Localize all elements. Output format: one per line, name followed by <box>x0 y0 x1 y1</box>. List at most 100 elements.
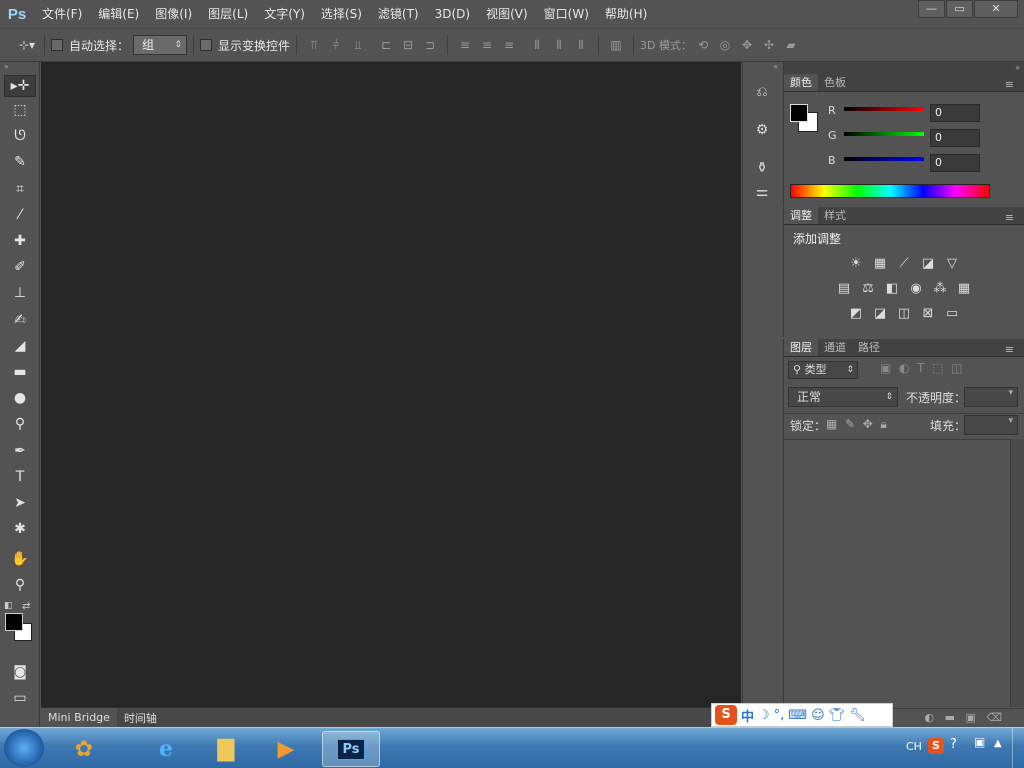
auto-align-icon[interactable]: ▥ <box>607 37 625 53</box>
keyboard-icon[interactable]: ⌨ <box>788 708 807 723</box>
tab-adjustments[interactable]: 调整 <box>784 207 818 224</box>
sogou-logo[interactable]: S <box>715 705 737 725</box>
3d-slide-icon[interactable]: ✣ <box>760 37 778 53</box>
show-hidden-icons[interactable]: ▲ <box>994 738 1002 749</box>
monitor-tray-icon[interactable]: ▣ <box>974 735 985 749</box>
3d-roll-icon[interactable]: ◎ <box>716 37 734 53</box>
filter-pixel-icon[interactable]: ▣ <box>880 361 891 375</box>
distribute-right-icon[interactable]: ⦀ <box>572 37 590 53</box>
posterize-icon[interactable]: ◪ <box>871 305 889 322</box>
layers-list[interactable] <box>784 439 1010 707</box>
shape-tool-icon[interactable]: ✱ <box>0 516 40 542</box>
quick-select-tool-icon[interactable]: ✎ <box>0 149 40 175</box>
r-value-input[interactable]: 0 <box>930 104 980 122</box>
new-group-icon[interactable]: ▬ <box>945 711 955 724</box>
eraser-tool-icon[interactable]: ◢ <box>0 333 40 359</box>
marquee-tool-icon[interactable]: ⬚ <box>0 97 40 123</box>
expand-dock-icon[interactable]: « <box>743 62 782 72</box>
panel-menu-icon[interactable]: ≡ <box>999 341 1020 358</box>
color-spectrum-ramp[interactable] <box>790 184 990 198</box>
vibrance-icon[interactable]: ▽ <box>943 255 961 272</box>
filter-smart-icon[interactable]: ◫ <box>951 361 962 375</box>
menu-filter[interactable]: 滤镜(T) <box>370 0 427 28</box>
menu-image[interactable]: 图像(I) <box>147 0 200 28</box>
filter-type-icon[interactable]: T <box>917 361 924 375</box>
swap-colors-icon[interactable]: ⇄ <box>22 601 30 612</box>
3d-pan-icon[interactable]: ✥ <box>738 37 756 53</box>
fill-input[interactable]: ▾ <box>964 415 1018 435</box>
3d-rotate-icon[interactable]: ⟲ <box>694 37 712 53</box>
panel-menu-icon[interactable]: ≡ <box>999 76 1020 93</box>
lock-pixels-icon[interactable]: ✎ <box>845 417 855 431</box>
auto-select-dropdown[interactable]: 组 <box>133 35 188 55</box>
eyedropper-tool-icon[interactable]: ⁄ <box>0 202 40 228</box>
brightness-icon[interactable]: ☀ <box>847 255 865 272</box>
hue-saturation-icon[interactable]: ▤ <box>835 280 853 297</box>
tool-presets-icon[interactable]: ⚌ <box>743 180 781 204</box>
settings-icon[interactable]: 🔧︎ <box>849 708 866 723</box>
lock-all-icon[interactable]: 🔒︎ <box>880 417 886 431</box>
filter-shape-icon[interactable]: ⬚ <box>932 361 943 375</box>
lasso-tool-icon[interactable]: ᘎ <box>0 123 40 149</box>
dodge-tool-icon[interactable]: ⚲ <box>0 411 40 437</box>
lock-position-icon[interactable]: ✥ <box>863 417 873 431</box>
black-white-icon[interactable]: ◧ <box>883 280 901 297</box>
tab-color[interactable]: 颜色 <box>784 74 818 91</box>
collapse-panel-icon[interactable]: » <box>784 62 1024 74</box>
menu-edit[interactable]: 编辑(E) <box>90 0 147 28</box>
pen-tool-icon[interactable]: ✒ <box>0 437 40 463</box>
quick-mask-icon[interactable]: ◙ <box>0 659 40 685</box>
menu-file[interactable]: 文件(F) <box>34 0 90 28</box>
tab-paths[interactable]: 路径 <box>852 339 886 356</box>
move-tool-preset-icon[interactable]: ⊹▾ <box>18 37 36 53</box>
media-center-icon[interactable]: ✿ <box>58 731 110 767</box>
foreground-color-swatch[interactable] <box>5 612 23 631</box>
distribute-hcenter-icon[interactable]: ⦀ <box>550 37 568 53</box>
close-button[interactable]: ✕ <box>974 0 1018 18</box>
filter-adjust-icon[interactable]: ◐ <box>899 361 909 375</box>
punctuation-icon[interactable]: °, <box>774 708 785 723</box>
photo-filter-icon[interactable]: ◉ <box>907 280 925 297</box>
hand-tool-icon[interactable]: ✋ <box>0 546 40 572</box>
history-panel-icon[interactable]: ⎌ <box>743 80 781 104</box>
color-lookup-icon[interactable]: ▦ <box>955 280 973 297</box>
clone-stamp-tool-icon[interactable]: ⊥ <box>0 280 40 306</box>
menu-help[interactable]: 帮助(H) <box>597 0 655 28</box>
color-balance-icon[interactable]: ⚖ <box>859 280 877 297</box>
align-top-icon[interactable]: ⫪ <box>305 37 323 53</box>
file-explorer-icon[interactable]: ▇ <box>200 731 252 767</box>
align-bottom-icon[interactable]: ⫫ <box>349 37 367 53</box>
align-vcenter-icon[interactable]: ⫩ <box>327 37 345 53</box>
invert-icon[interactable]: ◩ <box>847 305 865 322</box>
distribute-vcenter-icon[interactable]: ≡ <box>478 37 496 53</box>
tab-timeline[interactable]: 时间轴 <box>117 710 164 726</box>
tab-layers[interactable]: 图层 <box>784 339 818 356</box>
b-slider[interactable] <box>844 157 924 161</box>
menu-view[interactable]: 视图(V) <box>478 0 536 28</box>
tab-mini-bridge[interactable]: Mini Bridge <box>41 708 117 727</box>
levels-icon[interactable]: ▦ <box>871 255 889 272</box>
collapse-toolbox-icon[interactable]: » <box>0 62 39 72</box>
threshold-icon[interactable]: ◫ <box>895 305 913 322</box>
curves-icon[interactable]: ⟋ <box>895 255 913 272</box>
blend-mode-dropdown[interactable]: 正常 ⇕ <box>788 387 898 407</box>
show-transform-checkbox[interactable] <box>200 39 213 51</box>
brush-presets-icon[interactable]: ⚱ <box>743 156 781 180</box>
internet-explorer-icon[interactable]: e <box>140 731 192 767</box>
properties-panel-icon[interactable]: ⚙ <box>743 118 781 142</box>
half-width-icon[interactable]: ☽ <box>758 708 770 723</box>
user-icon[interactable]: ☺ <box>811 708 825 723</box>
r-slider[interactable] <box>844 107 924 111</box>
language-indicator[interactable]: CH <box>906 740 922 753</box>
panel-menu-icon[interactable]: ≡ <box>999 209 1020 226</box>
g-slider[interactable] <box>844 132 924 136</box>
default-colors-icon[interactable]: ◧ <box>4 601 13 611</box>
move-tool-icon[interactable]: ▸✛ <box>4 75 36 97</box>
ime-mode-toggle[interactable]: 中 <box>741 706 754 725</box>
history-brush-tool-icon[interactable]: ✍ <box>0 307 40 333</box>
opacity-input[interactable]: ▾ <box>964 387 1018 407</box>
g-value-input[interactable]: 0 <box>930 129 980 147</box>
layers-scrollbar[interactable] <box>1010 439 1024 707</box>
screen-mode-icon[interactable]: ▭ <box>0 685 40 711</box>
path-select-tool-icon[interactable]: ➤ <box>0 490 40 516</box>
